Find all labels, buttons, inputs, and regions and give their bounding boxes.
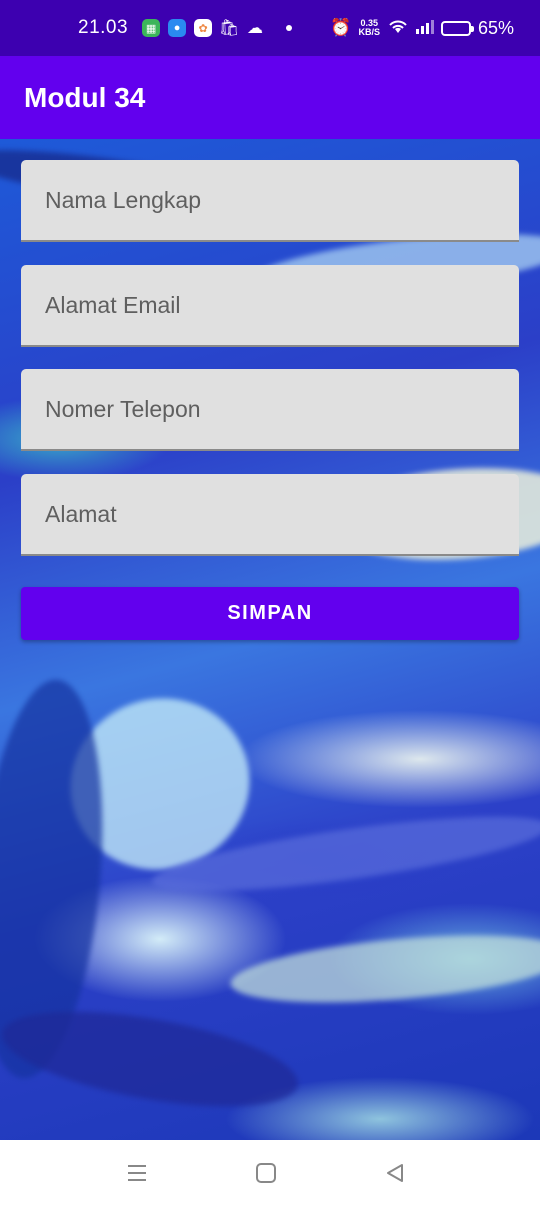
photos-icon: ✿ — [194, 19, 213, 37]
notification-dot — [286, 25, 293, 31]
cloud-icon: ☁ — [247, 20, 264, 37]
network-speed-unit: KB/S — [358, 27, 380, 37]
save-button[interactable]: SIMPAN — [21, 587, 519, 640]
back-icon[interactable] — [382, 1160, 408, 1186]
email-input[interactable] — [45, 291, 519, 319]
shopping-bag-icon: 🛍 — [218, 20, 240, 37]
paint-stroke — [0, 993, 305, 1125]
full-name-field[interactable] — [21, 160, 519, 242]
home-icon[interactable] — [253, 1160, 279, 1186]
page-title: Modul 34 — [24, 81, 146, 113]
status-bar: 21.03 ▦ ● ✿ 🛍 ☁ ⏰ 0.35 KB/S 65% — [0, 0, 540, 56]
menu-icon[interactable] — [124, 1160, 150, 1186]
battery-percent: 65% — [477, 17, 514, 38]
email-field[interactable] — [21, 265, 519, 347]
network-speed: 0.35 KB/S — [358, 19, 380, 37]
chat-bubble-icon: ● — [168, 19, 187, 37]
battery-icon — [440, 20, 474, 36]
phone-input[interactable] — [45, 395, 519, 423]
wifi-icon — [387, 18, 409, 39]
paint-stroke — [228, 924, 540, 1014]
status-time: 21.03 — [78, 17, 129, 38]
signal-icon — [415, 18, 434, 39]
full-name-input[interactable] — [45, 186, 519, 214]
address-field[interactable] — [21, 474, 519, 556]
phone-field[interactable] — [21, 369, 519, 451]
alarm-icon: ⏰ — [330, 18, 352, 37]
address-input[interactable] — [45, 500, 519, 528]
navigation-bar — [0, 1140, 540, 1206]
app-bar: Modul 34 — [0, 56, 540, 139]
calculator-icon: ▦ — [142, 19, 161, 37]
